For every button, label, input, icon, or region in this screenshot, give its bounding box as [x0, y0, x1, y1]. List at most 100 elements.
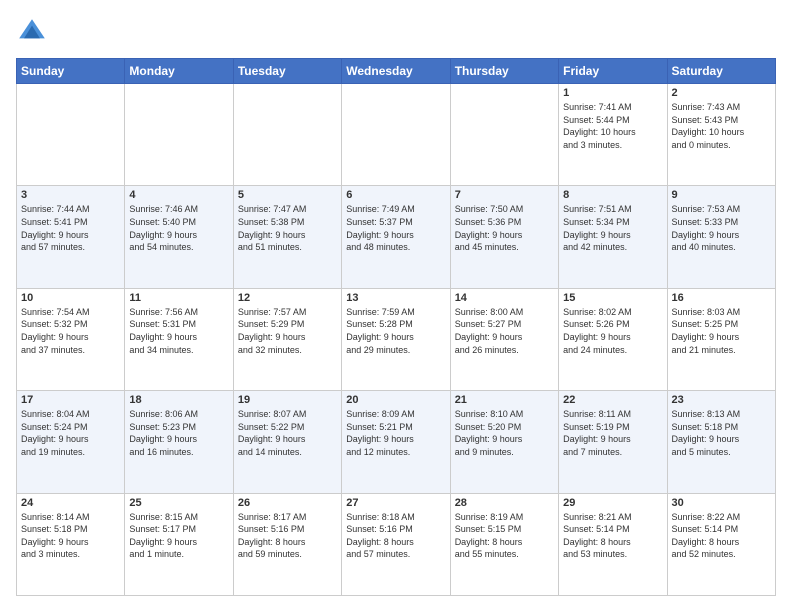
calendar-cell: 15 Sunrise: 8:02 AM Sunset: 5:26 PM Dayli…	[559, 288, 667, 390]
calendar-cell	[17, 84, 125, 186]
day-info: Sunrise: 8:14 AM Sunset: 5:18 PM Dayligh…	[21, 511, 120, 561]
day-number: 5	[238, 189, 337, 201]
page: SundayMondayTuesdayWednesdayThursdayFrid…	[0, 0, 792, 612]
day-info: Sunrise: 8:22 AM Sunset: 5:14 PM Dayligh…	[672, 511, 771, 561]
calendar-cell: 17 Sunrise: 8:04 AM Sunset: 5:24 PM Dayli…	[17, 391, 125, 493]
day-number: 28	[455, 497, 554, 509]
day-info: Sunrise: 7:57 AM Sunset: 5:29 PM Dayligh…	[238, 306, 337, 356]
day-info: Sunrise: 8:09 AM Sunset: 5:21 PM Dayligh…	[346, 408, 445, 458]
day-info: Sunrise: 8:15 AM Sunset: 5:17 PM Dayligh…	[129, 511, 228, 561]
calendar-cell	[125, 84, 233, 186]
logo	[16, 16, 52, 48]
day-number: 7	[455, 189, 554, 201]
day-number: 20	[346, 394, 445, 406]
day-number: 11	[129, 292, 228, 304]
calendar-cell: 14 Sunrise: 8:00 AM Sunset: 5:27 PM Dayli…	[450, 288, 558, 390]
day-number: 6	[346, 189, 445, 201]
day-info: Sunrise: 7:49 AM Sunset: 5:37 PM Dayligh…	[346, 203, 445, 253]
calendar-cell: 24 Sunrise: 8:14 AM Sunset: 5:18 PM Dayli…	[17, 493, 125, 595]
day-header-friday: Friday	[559, 59, 667, 84]
day-info: Sunrise: 8:02 AM Sunset: 5:26 PM Dayligh…	[563, 306, 662, 356]
day-number: 26	[238, 497, 337, 509]
day-info: Sunrise: 8:18 AM Sunset: 5:16 PM Dayligh…	[346, 511, 445, 561]
calendar-cell: 10Sunrise: 7:54 AM Sunset: 5:32 PM Dayli…	[17, 288, 125, 390]
day-number: 24	[21, 497, 120, 509]
day-info: Sunrise: 7:43 AM Sunset: 5:43 PM Dayligh…	[672, 101, 771, 151]
calendar-cell: 21 Sunrise: 8:10 AM Sunset: 5:20 PM Dayli…	[450, 391, 558, 493]
day-number: 10	[21, 292, 120, 304]
day-info: Sunrise: 7:47 AM Sunset: 5:38 PM Dayligh…	[238, 203, 337, 253]
day-number: 27	[346, 497, 445, 509]
calendar-cell: 26 Sunrise: 8:17 AM Sunset: 5:16 PM Dayli…	[233, 493, 341, 595]
day-number: 4	[129, 189, 228, 201]
day-number: 12	[238, 292, 337, 304]
calendar-week-4: 17 Sunrise: 8:04 AM Sunset: 5:24 PM Dayli…	[17, 391, 776, 493]
day-number: 18	[129, 394, 228, 406]
day-number: 14	[455, 292, 554, 304]
day-number: 29	[563, 497, 662, 509]
day-info: Sunrise: 7:41 AM Sunset: 5:44 PM Dayligh…	[563, 101, 662, 151]
day-number: 23	[672, 394, 771, 406]
day-header-sunday: Sunday	[17, 59, 125, 84]
calendar-cell: 22 Sunrise: 8:11 AM Sunset: 5:19 PM Dayli…	[559, 391, 667, 493]
calendar-cell: 20 Sunrise: 8:09 AM Sunset: 5:21 PM Dayli…	[342, 391, 450, 493]
calendar-cell: 18 Sunrise: 8:06 AM Sunset: 5:23 PM Dayli…	[125, 391, 233, 493]
calendar-cell: 27 Sunrise: 8:18 AM Sunset: 5:16 PM Dayli…	[342, 493, 450, 595]
calendar-cell: 30 Sunrise: 8:22 AM Sunset: 5:14 PM Dayli…	[667, 493, 775, 595]
calendar-cell: 16Sunrise: 8:03 AM Sunset: 5:25 PM Dayli…	[667, 288, 775, 390]
day-info: Sunrise: 7:46 AM Sunset: 5:40 PM Dayligh…	[129, 203, 228, 253]
calendar-cell: 12 Sunrise: 7:57 AM Sunset: 5:29 PM Dayli…	[233, 288, 341, 390]
day-number: 19	[238, 394, 337, 406]
header	[16, 16, 776, 48]
calendar-cell: 7 Sunrise: 7:50 AM Sunset: 5:36 PM Daylig…	[450, 186, 558, 288]
day-header-wednesday: Wednesday	[342, 59, 450, 84]
day-info: Sunrise: 8:03 AM Sunset: 5:25 PM Dayligh…	[672, 306, 771, 356]
day-info: Sunrise: 8:13 AM Sunset: 5:18 PM Dayligh…	[672, 408, 771, 458]
day-info: Sunrise: 7:59 AM Sunset: 5:28 PM Dayligh…	[346, 306, 445, 356]
day-number: 15	[563, 292, 662, 304]
calendar-header-row: SundayMondayTuesdayWednesdayThursdayFrid…	[17, 59, 776, 84]
day-number: 8	[563, 189, 662, 201]
calendar-cell: 11 Sunrise: 7:56 AM Sunset: 5:31 PM Dayli…	[125, 288, 233, 390]
day-header-thursday: Thursday	[450, 59, 558, 84]
day-info: Sunrise: 7:50 AM Sunset: 5:36 PM Dayligh…	[455, 203, 554, 253]
calendar-week-1: 1 Sunrise: 7:41 AM Sunset: 5:44 PM Daylig…	[17, 84, 776, 186]
day-number: 21	[455, 394, 554, 406]
calendar-cell: 13Sunrise: 7:59 AM Sunset: 5:28 PM Dayli…	[342, 288, 450, 390]
calendar-cell	[342, 84, 450, 186]
calendar-week-3: 10Sunrise: 7:54 AM Sunset: 5:32 PM Dayli…	[17, 288, 776, 390]
calendar-cell: 9 Sunrise: 7:53 AM Sunset: 5:33 PM Daylig…	[667, 186, 775, 288]
calendar-cell: 29 Sunrise: 8:21 AM Sunset: 5:14 PM Dayli…	[559, 493, 667, 595]
calendar-cell: 19Sunrise: 8:07 AM Sunset: 5:22 PM Dayli…	[233, 391, 341, 493]
calendar-cell: 6 Sunrise: 7:49 AM Sunset: 5:37 PM Daylig…	[342, 186, 450, 288]
day-info: Sunrise: 8:06 AM Sunset: 5:23 PM Dayligh…	[129, 408, 228, 458]
calendar-week-5: 24 Sunrise: 8:14 AM Sunset: 5:18 PM Dayli…	[17, 493, 776, 595]
day-info: Sunrise: 7:51 AM Sunset: 5:34 PM Dayligh…	[563, 203, 662, 253]
calendar-cell: 4 Sunrise: 7:46 AM Sunset: 5:40 PM Daylig…	[125, 186, 233, 288]
day-info: Sunrise: 8:11 AM Sunset: 5:19 PM Dayligh…	[563, 408, 662, 458]
day-number: 9	[672, 189, 771, 201]
day-number: 30	[672, 497, 771, 509]
day-number: 2	[672, 87, 771, 99]
day-info: Sunrise: 8:19 AM Sunset: 5:15 PM Dayligh…	[455, 511, 554, 561]
day-number: 17	[21, 394, 120, 406]
logo-icon	[16, 16, 48, 48]
calendar-cell: 28 Sunrise: 8:19 AM Sunset: 5:15 PM Dayli…	[450, 493, 558, 595]
day-info: Sunrise: 8:17 AM Sunset: 5:16 PM Dayligh…	[238, 511, 337, 561]
day-info: Sunrise: 8:10 AM Sunset: 5:20 PM Dayligh…	[455, 408, 554, 458]
day-number: 25	[129, 497, 228, 509]
calendar-cell: 5 Sunrise: 7:47 AM Sunset: 5:38 PM Daylig…	[233, 186, 341, 288]
day-info: Sunrise: 7:56 AM Sunset: 5:31 PM Dayligh…	[129, 306, 228, 356]
calendar-cell: 8 Sunrise: 7:51 AM Sunset: 5:34 PM Daylig…	[559, 186, 667, 288]
day-info: Sunrise: 8:00 AM Sunset: 5:27 PM Dayligh…	[455, 306, 554, 356]
day-number: 22	[563, 394, 662, 406]
calendar-cell: 2 Sunrise: 7:43 AM Sunset: 5:43 PM Daylig…	[667, 84, 775, 186]
day-info: Sunrise: 7:53 AM Sunset: 5:33 PM Dayligh…	[672, 203, 771, 253]
day-header-monday: Monday	[125, 59, 233, 84]
calendar-cell: 23 Sunrise: 8:13 AM Sunset: 5:18 PM Dayli…	[667, 391, 775, 493]
day-info: Sunrise: 8:04 AM Sunset: 5:24 PM Dayligh…	[21, 408, 120, 458]
day-header-tuesday: Tuesday	[233, 59, 341, 84]
day-number: 3	[21, 189, 120, 201]
day-info: Sunrise: 8:21 AM Sunset: 5:14 PM Dayligh…	[563, 511, 662, 561]
day-number: 1	[563, 87, 662, 99]
